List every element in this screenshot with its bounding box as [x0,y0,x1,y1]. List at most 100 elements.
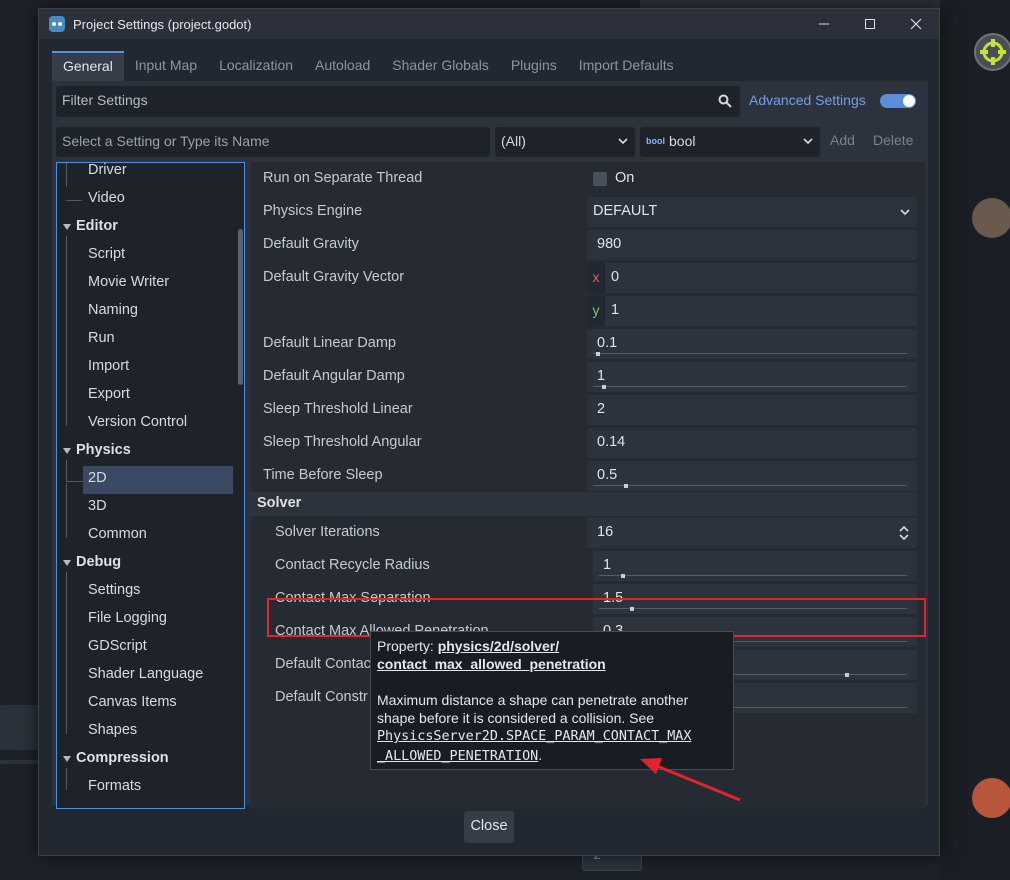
advanced-settings-label[interactable]: Advanced Settings [749,92,866,108]
tree-item-script[interactable]: Script [57,242,233,270]
solver-iterations-spinbox[interactable]: 16 [587,518,917,548]
property-time-before-sleep: Time Before Sleep 0.5 [251,459,917,492]
property-default-gravity: Default Gravity 980 [251,228,917,261]
tab-bar: General Input Map Localization Autoload … [52,51,685,81]
tree-item-run[interactable]: Run [57,326,233,354]
close-window-button[interactable] [893,9,939,39]
collapse-arrow-icon[interactable] [63,448,71,454]
property-contact-recycle-radius: Contact Recycle Radius 1 [251,549,917,582]
background-editor-divider [0,760,40,764]
godot-icon [49,16,65,32]
tree-item-settings[interactable]: Settings [57,578,233,606]
tree-item-formats[interactable]: Formats [57,774,233,802]
background-top-strip [640,0,940,8]
property-sleep-threshold-angular: Sleep Threshold Angular 0.14 [251,426,917,459]
tab-localization[interactable]: Localization [208,51,304,81]
collapse-arrow-icon[interactable] [63,756,71,762]
tree-category-physics[interactable]: Physics [57,438,233,466]
spinner-updown-icon[interactable] [899,525,909,541]
tab-input-map[interactable]: Input Map [124,51,208,81]
maximize-icon [865,19,875,29]
property-sleep-threshold-linear: Sleep Threshold Linear 2 [251,393,917,426]
collapse-arrow-icon[interactable] [63,224,71,230]
tree-item-common[interactable]: Common [57,522,233,550]
advanced-settings-toggle[interactable] [880,94,916,108]
filter-settings-input[interactable]: Filter Settings [56,86,740,117]
time-before-sleep-slider[interactable]: 0.5 [587,461,917,491]
tooltip-description-1: Maximum distance a shape can penetrate a… [377,692,689,708]
tooltip-code-suffix: . [538,747,543,763]
tooltip-code-link-2[interactable]: _ALLOWED_PENETRATION [377,749,538,764]
tree-item-video[interactable]: Video [57,186,233,214]
tab-general[interactable]: General [52,51,124,81]
setting-name-input[interactable]: Select a Setting or Type its Name [56,127,490,157]
tree-item-export[interactable]: Export [57,382,233,410]
maximize-button[interactable] [847,9,893,39]
default-gravity-field[interactable]: 980 [587,230,917,260]
tree-item-naming[interactable]: Naming [57,298,233,326]
scope-select[interactable]: (All) [495,127,635,157]
gravity-vector-x-field[interactable]: x 0 [587,263,917,293]
tree-item-driver[interactable]: Driver [57,163,233,186]
tab-shader-globals[interactable]: Shader Globals [381,51,500,81]
y-axis-label: y [587,296,605,326]
window-title: Project Settings (project.godot) [73,16,252,32]
minimize-button[interactable] [801,9,847,39]
slider-knob[interactable] [620,574,625,578]
slider-knob[interactable] [596,352,601,356]
physics-engine-select[interactable]: DEFAULT [587,197,917,227]
tree-item-shapes[interactable]: Shapes [57,718,233,746]
solver-section-header[interactable]: Solver [251,492,917,516]
slider-knob[interactable] [602,385,607,389]
avatar [972,198,1010,238]
search-icon [718,94,732,108]
tree-item-file-logging[interactable]: File Logging [57,606,233,634]
tree-item-3d[interactable]: 3D [57,494,233,522]
add-button[interactable]: Add [830,132,855,148]
tree-category-debug[interactable]: Debug [57,550,233,578]
contact-recycle-radius-slider[interactable]: 1 [593,551,917,581]
default-linear-damp-slider[interactable]: 0.1 [587,329,917,359]
gravity-vector-y-field[interactable]: y 1 [587,296,917,326]
avatar-icon [974,33,1010,71]
tab-import-defaults[interactable]: Import Defaults [568,51,685,81]
avatar [972,778,1010,818]
tooltip-property-path-2[interactable]: contact_max_allowed_penetration [377,656,606,672]
tab-plugins[interactable]: Plugins [500,51,568,81]
tooltip-code-link-1[interactable]: PhysicsServer2D.SPACE_PARAM_CONTACT_MAX [377,727,727,746]
tree-item-canvas-items[interactable]: Canvas Items [57,690,233,718]
bool-type-icon: bool [646,136,665,146]
slider-knob[interactable] [624,484,629,488]
collapse-arrow-icon[interactable] [63,560,71,566]
tooltip-description-2: shape before it is considered a collisio… [377,710,655,726]
tree-guide [66,460,67,482]
tree-item-gdscript[interactable]: GDScript [57,634,233,662]
scope-value: (All) [501,133,526,149]
close-button[interactable]: Close [464,811,514,843]
title-bar[interactable]: Project Settings (project.godot) [39,9,939,39]
close-icon [910,18,922,30]
default-angular-damp-slider[interactable]: 1 [587,362,917,392]
type-select[interactable]: bool bool [640,127,820,157]
sleep-threshold-linear-field[interactable]: 2 [587,395,917,425]
tree-item-import[interactable]: Import [57,354,233,382]
settings-category-tree: Driver Video Editor Script Movie Writer … [56,162,245,809]
tree-scrollbar[interactable] [238,229,243,385]
run-on-separate-thread-checkbox[interactable]: On [587,164,917,194]
tooltip-property-path-1[interactable]: physics/2d/solver/ [438,638,559,654]
property-default-linear-damp: Default Linear Damp 0.1 [251,327,917,360]
delete-button[interactable]: Delete [873,132,913,148]
property-default-gravity-vector: Default Gravity Vector x 0 y 1 [251,261,917,327]
minimize-icon [819,23,829,25]
chevron-down-icon [900,209,910,216]
sleep-threshold-angular-field[interactable]: 0.14 [587,428,917,458]
property-default-angular-damp: Default Angular Damp 1 [251,360,917,393]
tree-item-movie-writer[interactable]: Movie Writer [57,270,233,298]
tab-autoload[interactable]: Autoload [304,51,381,81]
tree-category-editor[interactable]: Editor [57,214,233,242]
tree-category-compression[interactable]: Compression [57,746,233,774]
tree-item-version-control[interactable]: Version Control [57,410,233,438]
tree-item-shader-language[interactable]: Shader Language [57,662,233,690]
tree-item-2d[interactable]: 2D [83,466,233,494]
slider-knob[interactable] [845,673,850,677]
